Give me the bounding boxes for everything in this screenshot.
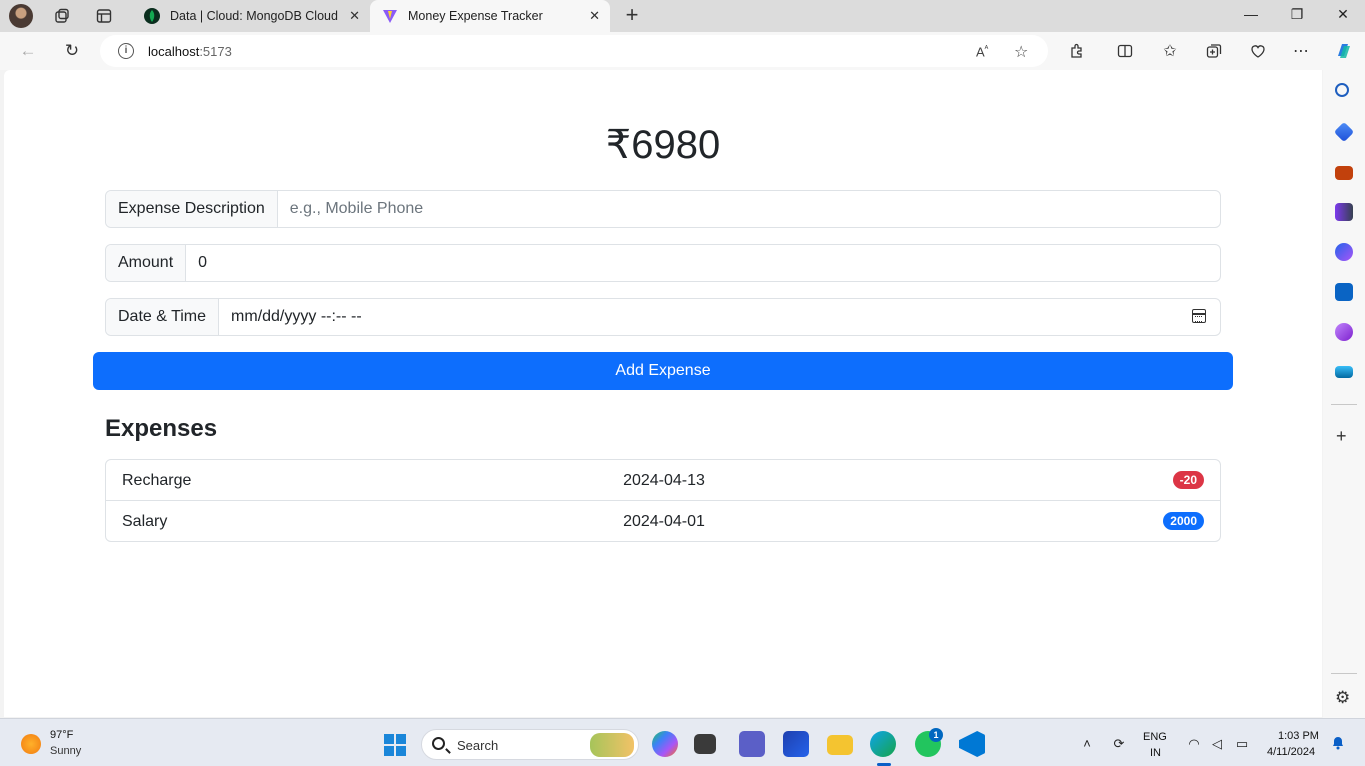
- list-item: Recharge 2024-04-13 -20: [106, 460, 1220, 501]
- file-explorer-icon[interactable]: [827, 735, 853, 755]
- profile-avatar[interactable]: [9, 4, 33, 28]
- notification-bell-icon[interactable]: [1330, 736, 1346, 752]
- datetime-value: mm/dd/yyyy --:-- --: [231, 308, 362, 325]
- tab-title: Data | Cloud: MongoDB Cloud: [170, 9, 338, 23]
- shopping-tag-icon[interactable]: [1333, 121, 1355, 143]
- page-viewport: ₹6980 Expense Description Amount 0 Date …: [4, 70, 1322, 717]
- show-hidden-icons-chevron[interactable]: ˄: [1079, 736, 1095, 752]
- toolbox-icon[interactable]: [1335, 166, 1353, 180]
- designer-icon[interactable]: [1335, 323, 1353, 341]
- browser-tab-strip: Data | Cloud: MongoDB Cloud ✕ Money Expe…: [0, 0, 1365, 32]
- browser-essentials-icon[interactable]: [1247, 40, 1269, 62]
- collections-icon[interactable]: [1203, 40, 1225, 62]
- expense-date: 2024-04-13: [623, 472, 705, 489]
- windows-start-icon[interactable]: [384, 734, 406, 756]
- language-indicator[interactable]: ENG: [1143, 731, 1167, 743]
- sidebar-divider: [1331, 673, 1357, 674]
- weather-temperature: 97°F: [50, 729, 74, 741]
- volume-icon[interactable]: ◁: [1209, 736, 1225, 752]
- site-info-icon[interactable]: i: [118, 43, 134, 59]
- browser-toolbar: ← ↻ i localhost:5173 Aᴬ ☆ ✩ ⋯: [0, 32, 1365, 70]
- edge-sidebar: + ⚙: [1323, 70, 1365, 718]
- calendar-icon[interactable]: [1192, 309, 1206, 323]
- tab-title: Money Expense Tracker: [408, 9, 543, 23]
- tab-expense-tracker[interactable]: Money Expense Tracker ✕: [370, 0, 610, 32]
- settings-gear-icon[interactable]: ⚙: [1335, 688, 1350, 708]
- copilot-app-icon[interactable]: [652, 731, 678, 757]
- favorite-star-icon[interactable]: ☆: [1014, 42, 1028, 62]
- clock-time[interactable]: 1:03 PM: [1278, 730, 1319, 742]
- games-icon[interactable]: [1335, 203, 1353, 221]
- balance-total: ₹6980: [605, 123, 721, 167]
- favorites-icon[interactable]: ✩: [1159, 40, 1181, 62]
- windows-taskbar: 97°F Sunny Search 1 ˄ ⟳ ENG IN ◠ ◁ ▭ 1:0…: [0, 718, 1365, 766]
- description-input-group: Expense Description: [105, 190, 1221, 228]
- datetime-label: Date & Time: [106, 299, 220, 335]
- copilot-icon[interactable]: [1333, 40, 1355, 62]
- extensions-icon[interactable]: [1066, 40, 1088, 62]
- address-bar[interactable]: i localhost:5173 Aᴬ ☆: [100, 35, 1048, 67]
- description-label: Expense Description: [106, 191, 278, 227]
- teams-app-icon[interactable]: [739, 731, 765, 757]
- refresh-icon[interactable]: ↻: [61, 40, 83, 62]
- amount-label: Amount: [106, 245, 187, 281]
- read-aloud-icon[interactable]: Aᴬ: [976, 44, 988, 59]
- url-text: localhost:5173: [148, 44, 232, 59]
- expenses-heading: Expenses: [105, 415, 218, 442]
- sync-icon[interactable]: ⟳: [1111, 736, 1127, 752]
- amount-input-group: Amount 0: [105, 244, 1221, 282]
- split-screen-icon[interactable]: [1114, 40, 1136, 62]
- tab-mongodb[interactable]: Data | Cloud: MongoDB Cloud ✕: [132, 0, 370, 32]
- expense-amount-badge: -20: [1172, 471, 1204, 489]
- edge-app-icon[interactable]: [870, 731, 896, 757]
- terminal-app-icon[interactable]: [694, 734, 716, 754]
- more-options-icon[interactable]: ⋯: [1290, 40, 1312, 62]
- expense-description: Recharge: [122, 472, 192, 489]
- close-icon[interactable]: ✕: [589, 8, 600, 24]
- taskbar-search[interactable]: Search: [421, 729, 639, 760]
- region-indicator: IN: [1150, 747, 1161, 759]
- minimize-button[interactable]: —: [1241, 6, 1261, 22]
- amount-input[interactable]: 0: [186, 245, 1220, 281]
- datetime-input-group: Date & Time mm/dd/yyyy --:-- --: [105, 298, 1221, 336]
- sidebar-divider: [1331, 404, 1357, 405]
- add-sidebar-app-icon[interactable]: +: [1336, 426, 1347, 447]
- expense-date: 2024-04-01: [623, 513, 705, 530]
- search-label: Search: [457, 738, 499, 753]
- notification-badge: 1: [929, 728, 943, 742]
- close-icon[interactable]: ✕: [349, 8, 360, 24]
- drop-icon[interactable]: [1335, 366, 1353, 378]
- outlook-icon[interactable]: [1335, 283, 1353, 301]
- description-input[interactable]: [277, 191, 1220, 227]
- battery-icon[interactable]: ▭: [1234, 736, 1250, 752]
- new-tab-button[interactable]: +: [620, 4, 644, 28]
- restore-button[interactable]: ❐: [1287, 6, 1307, 23]
- store-app-icon[interactable]: [783, 731, 809, 757]
- search-highlight-image: [590, 733, 634, 757]
- expense-list: Recharge 2024-04-13 -20 Salary 2024-04-0…: [105, 459, 1221, 542]
- mongodb-leaf-icon: [144, 8, 160, 24]
- list-item: Salary 2024-04-01 2000: [106, 501, 1220, 541]
- vscode-app-icon[interactable]: [959, 731, 985, 757]
- expense-amount-badge: 2000: [1163, 512, 1204, 530]
- clock-date[interactable]: 4/11/2024: [1267, 746, 1315, 758]
- sun-icon[interactable]: [21, 734, 41, 754]
- workspaces-icon[interactable]: [52, 6, 72, 26]
- tab-actions-icon[interactable]: [94, 6, 114, 26]
- wifi-icon[interactable]: ◠: [1186, 736, 1202, 752]
- expense-description: Salary: [122, 513, 168, 530]
- window-close-button[interactable]: ✕: [1333, 6, 1353, 23]
- vite-logo-icon: [383, 10, 397, 23]
- add-expense-button[interactable]: Add Expense: [93, 352, 1233, 390]
- search-icon[interactable]: [1335, 83, 1349, 97]
- microsoft-365-icon[interactable]: [1335, 243, 1353, 261]
- datetime-input[interactable]: mm/dd/yyyy --:-- --: [219, 299, 1220, 335]
- weather-condition: Sunny: [50, 745, 82, 757]
- back-arrow-icon[interactable]: ←: [17, 40, 39, 62]
- search-icon: [432, 737, 445, 750]
